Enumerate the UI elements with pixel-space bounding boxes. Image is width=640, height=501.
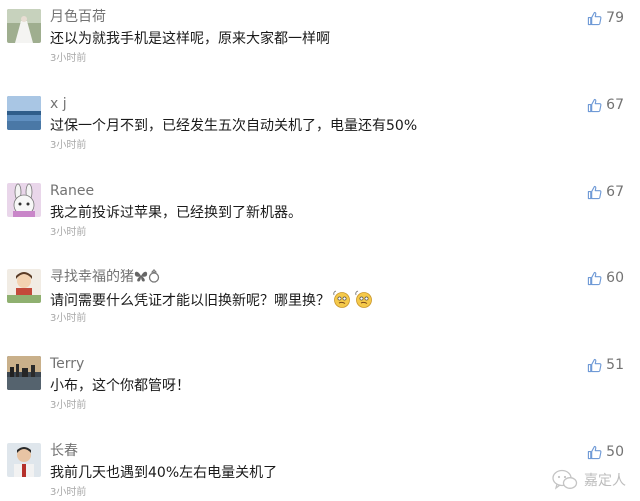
comment-time: 3小时前 — [50, 140, 87, 151]
comment-author[interactable]: 月色百荷 — [50, 9, 106, 26]
comment-text: 请问需要什么凭证才能以旧换新呢？哪里换？ — [50, 290, 374, 313]
avatar[interactable] — [7, 9, 41, 43]
like-button[interactable]: 50 — [587, 443, 624, 461]
ring-icon — [148, 269, 160, 288]
watermark: 嘉定人 — [552, 469, 626, 491]
city-skyline-avatar — [7, 356, 41, 390]
comment-item: x j 过保一个月不到，已经发生五次自动关机了，电量还有50% 3小时前 67 — [0, 96, 640, 182]
comment-item: 长春 我前几天也遇到40%左右电量关机了 3小时前 50 — [0, 443, 640, 501]
cartoon-figure-avatar — [7, 269, 41, 303]
sea-landscape-avatar — [7, 96, 41, 130]
like-count: 79 — [606, 10, 624, 26]
wechat-logo-icon — [552, 469, 578, 490]
avatar[interactable] — [7, 356, 41, 390]
like-button[interactable]: 51 — [587, 356, 624, 374]
like-button[interactable]: 60 — [587, 269, 624, 287]
thumbs-up-icon — [588, 445, 602, 459]
comment-text-body: 请问需要什么凭证才能以旧换新呢？哪里换？ — [50, 293, 330, 309]
comment-time: 3小时前 — [50, 487, 87, 498]
thumbs-up-icon — [588, 185, 602, 199]
comment-time: 3小时前 — [50, 227, 87, 238]
comment-time: 3小时前 — [50, 53, 87, 64]
comment-author[interactable]: Ranee — [50, 183, 94, 200]
comment-author[interactable]: 长春 — [50, 443, 78, 460]
comment-text: 还以为就我手机是这样呢，原来大家都一样啊 — [50, 31, 330, 47]
avatar[interactable] — [7, 443, 41, 477]
comment-item: 寻找幸福的猪 请问需要什么凭证才能以旧换新呢？哪里换？ 3小时前 60 — [0, 269, 640, 355]
comment-author[interactable]: x j — [50, 96, 67, 113]
comment-item: Terry 小布，这个你都管呀！ 3小时前 51 — [0, 356, 640, 442]
comment-text: 我前几天也遇到40%左右电量关机了 — [50, 465, 278, 481]
avatar[interactable] — [7, 269, 41, 303]
like-count: 67 — [606, 97, 624, 113]
like-button[interactable]: 67 — [587, 183, 624, 201]
like-button[interactable]: 67 — [587, 96, 624, 114]
comment-author[interactable]: 寻找幸福的猪 — [50, 269, 160, 288]
confused-face-emoji — [354, 290, 374, 313]
comment-time: 3小时前 — [50, 400, 87, 411]
comment-author[interactable]: Terry — [50, 356, 84, 373]
comment-text: 我之前投诉过苹果，已经换到了新机器。 — [50, 205, 302, 221]
avatar[interactable] — [7, 183, 41, 217]
thumbs-up-icon — [588, 11, 602, 25]
comment-item: 月色百荷 还以为就我手机是这样呢，原来大家都一样啊 3小时前 79 — [0, 9, 640, 95]
thumbs-up-icon — [588, 358, 602, 372]
like-count: 60 — [606, 270, 624, 286]
comment-text: 过保一个月不到，已经发生五次自动关机了，电量还有50% — [50, 118, 418, 134]
thumbs-up-icon — [588, 271, 602, 285]
cartoon-bunny-avatar — [7, 183, 41, 217]
thumbs-up-icon — [588, 98, 602, 112]
comment-time: 3小时前 — [50, 313, 87, 324]
like-button[interactable]: 79 — [587, 9, 624, 27]
avatar[interactable] — [7, 96, 41, 130]
like-count: 51 — [606, 357, 624, 373]
comment-text: 小布，这个你都管呀！ — [50, 378, 190, 394]
wedding-photo-avatar — [7, 9, 41, 43]
comment-author-name: 寻找幸福的猪 — [50, 269, 134, 285]
watermark-text: 嘉定人 — [584, 473, 626, 489]
confused-face-emoji — [332, 290, 352, 313]
butterfly-icon — [134, 270, 148, 288]
person-photo-avatar — [7, 443, 41, 477]
like-count: 50 — [606, 444, 624, 460]
like-count: 67 — [606, 184, 624, 200]
comment-item: Ranee 我之前投诉过苹果，已经换到了新机器。 3小时前 67 — [0, 183, 640, 269]
